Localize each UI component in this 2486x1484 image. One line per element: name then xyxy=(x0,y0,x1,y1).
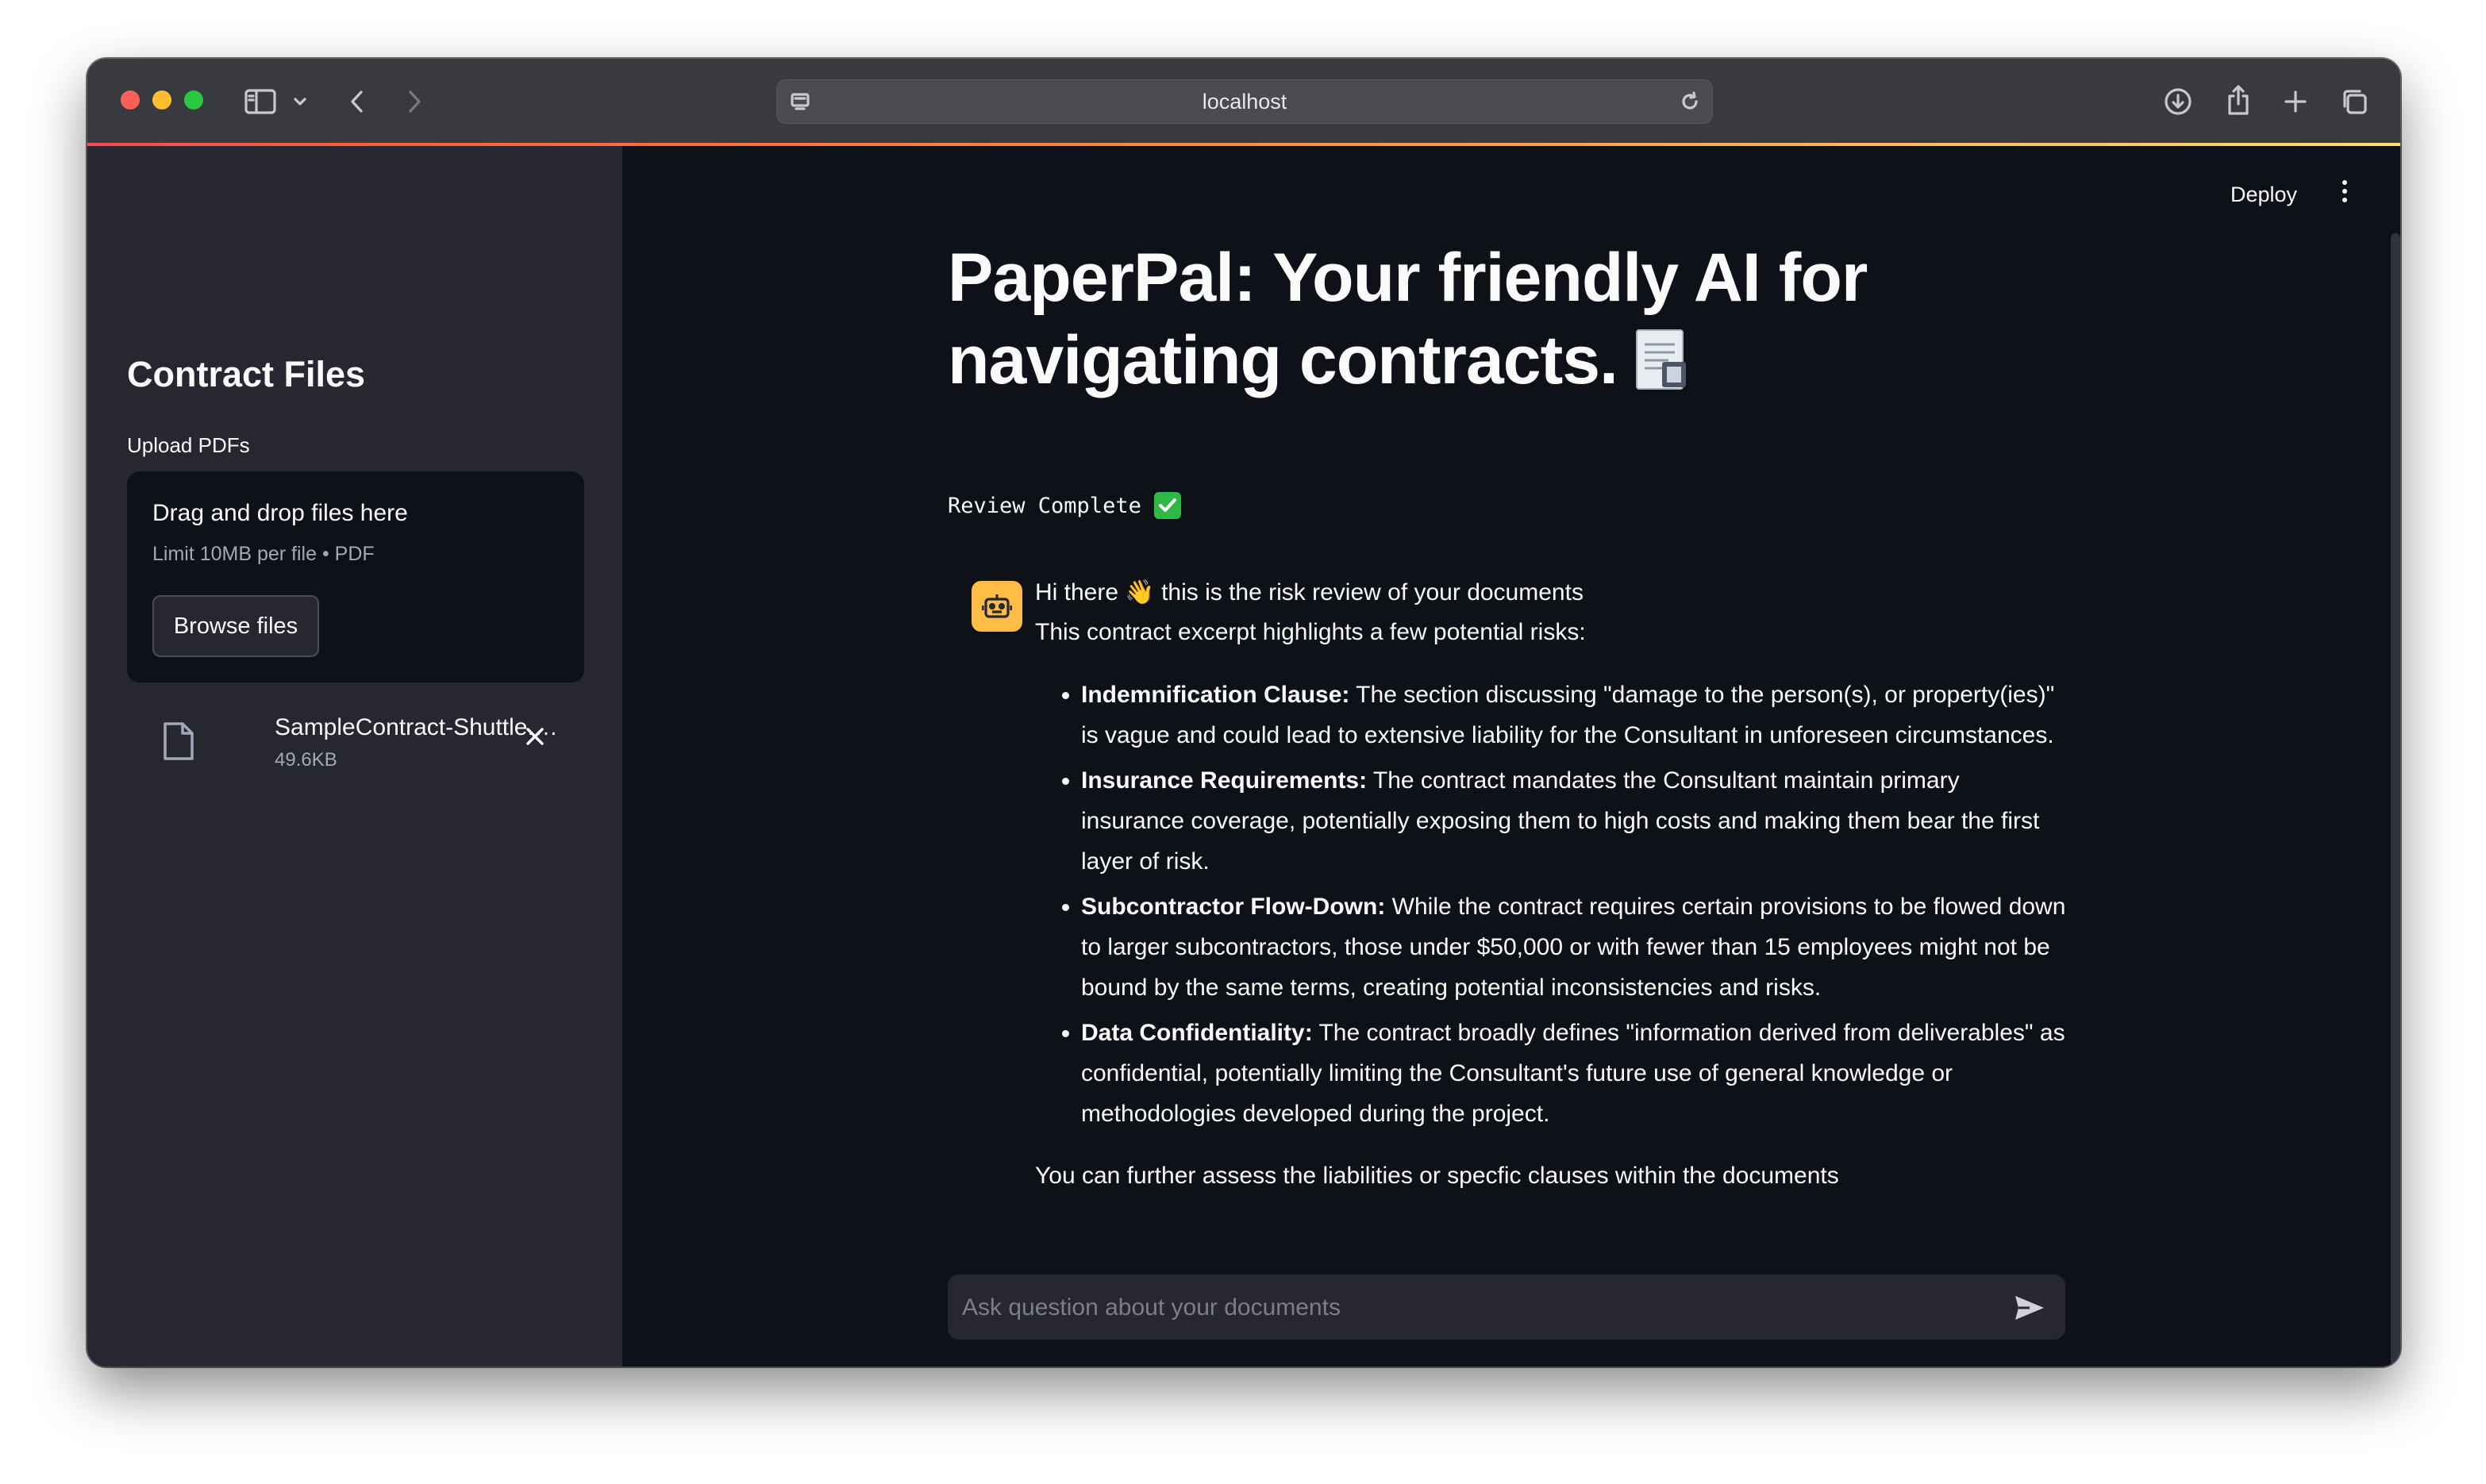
status-text: Review Complete xyxy=(948,493,1141,518)
browser-toolbar: localhost xyxy=(87,59,2400,146)
page-title-wrapper: PaperPal: Your friendly AI for navigatin… xyxy=(948,236,1948,402)
chevron-down-icon[interactable] xyxy=(291,90,310,113)
reload-icon[interactable] xyxy=(1677,89,1703,114)
forward-icon[interactable] xyxy=(400,86,429,117)
file-dropzone[interactable]: Drag and drop files here Limit 10MB per … xyxy=(127,471,584,682)
status-line: Review Complete xyxy=(948,492,1181,519)
check-icon xyxy=(1153,492,1181,519)
risk-item: Subcontractor Flow-Down: While the contr… xyxy=(1081,886,2067,1008)
risk-list: Indemnification Clause: The section disc… xyxy=(1035,675,2067,1134)
browser-window: localhost Contract Files Upload PDFs Dra… xyxy=(87,59,2400,1367)
back-icon[interactable] xyxy=(343,86,371,117)
kebab-menu-icon[interactable] xyxy=(2340,178,2349,208)
risk-label: Indemnification Clause: xyxy=(1081,682,1350,708)
risk-label: Insurance Requirements: xyxy=(1081,767,1368,794)
browse-files-button[interactable]: Browse files xyxy=(152,595,319,657)
dropzone-subtitle: Limit 10MB per file • PDF xyxy=(152,543,375,565)
deploy-button[interactable]: Deploy xyxy=(2230,183,2297,207)
document-emoji-icon xyxy=(1630,325,1692,394)
close-window-button[interactable] xyxy=(121,90,140,110)
message-greeting: Hi there 👋 this is the risk review of yo… xyxy=(1035,579,1584,606)
risk-item: Data Confidentiality: The contract broad… xyxy=(1081,1013,2067,1134)
main-content: Deploy PaperPal: Your friendly AI for na… xyxy=(622,146,2400,1367)
message-intro: This contract excerpt highlights a few p… xyxy=(1035,619,1586,645)
share-icon[interactable] xyxy=(2221,81,2256,119)
download-icon[interactable] xyxy=(2161,84,2195,119)
chat-input[interactable] xyxy=(960,1274,1995,1341)
file-name: SampleContract-Shuttle.… xyxy=(275,714,558,740)
tabs-overview-icon[interactable] xyxy=(2337,84,2372,119)
dropzone-title: Drag and drop files here xyxy=(152,500,408,526)
sidebar-title: Contract Files xyxy=(127,354,366,394)
minimize-window-button[interactable] xyxy=(152,90,171,110)
new-tab-icon[interactable] xyxy=(2278,84,2313,119)
scrollbar[interactable] xyxy=(2391,233,2400,1367)
message-body: Hi there 👋 this is the risk review of yo… xyxy=(1035,573,2067,1196)
risk-label: Data Confidentiality: xyxy=(1081,1020,1313,1046)
risk-label: Subcontractor Flow-Down: xyxy=(1081,894,1386,920)
message-footer: You can further assess the liabilities o… xyxy=(1035,1163,1839,1189)
send-icon[interactable] xyxy=(2013,1292,2046,1324)
address-bar[interactable]: localhost xyxy=(776,79,1713,124)
risk-item: Indemnification Clause: The section disc… xyxy=(1081,675,2067,755)
zoom-window-button[interactable] xyxy=(184,90,203,110)
chat-input-container xyxy=(948,1274,2065,1341)
bot-icon xyxy=(972,581,1022,632)
sidebar-toggle-icon[interactable] xyxy=(243,86,278,117)
upload-label: Upload PDFs xyxy=(127,433,250,457)
uploaded-file-item: SampleContract-Shuttle.… 49.6KB xyxy=(127,702,584,781)
url-text: localhost xyxy=(1202,90,1287,113)
sidebar: Contract Files Upload PDFs Drag and drop… xyxy=(87,146,622,1367)
risk-item: Insurance Requirements: The contract man… xyxy=(1081,760,2067,882)
page-title: PaperPal: Your friendly AI for navigatin… xyxy=(948,240,1868,398)
file-size: 49.6KB xyxy=(275,749,337,771)
file-icon xyxy=(162,721,195,766)
close-icon[interactable] xyxy=(524,725,546,752)
